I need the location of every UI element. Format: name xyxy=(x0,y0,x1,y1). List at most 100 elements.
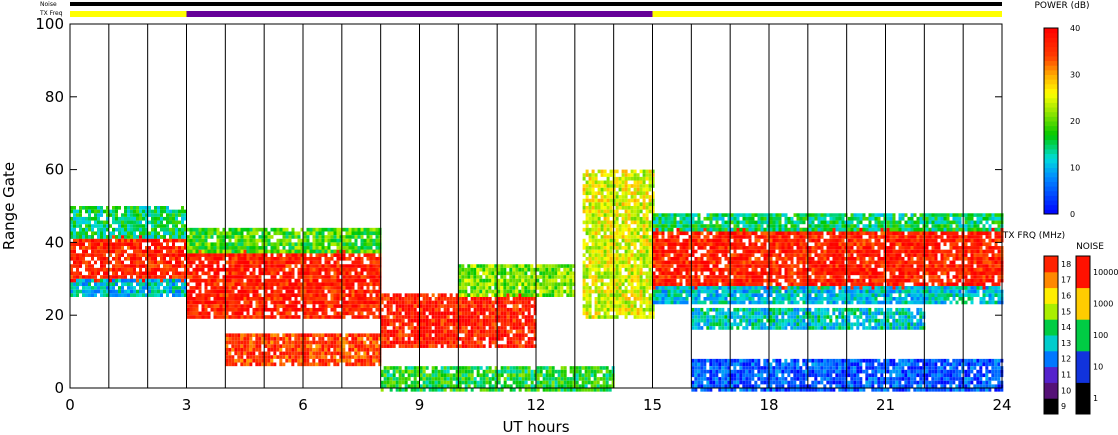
power-colorbar-cell xyxy=(1044,28,1058,34)
txfreq-segment xyxy=(652,11,1002,17)
txfreq-colorbar-cell xyxy=(1044,382,1058,399)
txfreq-strip xyxy=(70,11,1002,17)
power-colorbar-cell xyxy=(1044,55,1058,62)
power-colorbar-cell xyxy=(1044,158,1058,164)
power-colorbar-cell xyxy=(1044,204,1058,210)
noise-colorbar-cell xyxy=(1076,350,1090,383)
power-colorbar-tick: 0 xyxy=(1070,210,1075,219)
x-tick-label: 24 xyxy=(992,396,1011,414)
txfreq-colorbar-tick: 17 xyxy=(1061,276,1071,285)
power-colorbar-cell xyxy=(1044,134,1058,141)
power-colorbar-cell xyxy=(1044,102,1058,108)
power-colorbar-cell xyxy=(1044,60,1058,66)
txfreq-segment xyxy=(70,11,187,17)
backscatter-band xyxy=(70,278,187,297)
txfreq-colorbar-tick: 10 xyxy=(1061,386,1071,395)
txfreq-colorbar-cell xyxy=(1044,335,1058,352)
power-colorbar-cell xyxy=(1044,144,1058,150)
power-colorbar-cell xyxy=(1044,121,1058,127)
power-colorbar-cell xyxy=(1044,69,1058,75)
power-colorbar-cell xyxy=(1044,172,1058,178)
txfreq-colorbar-cell xyxy=(1044,366,1058,383)
noise-scale-title: NOISE xyxy=(1076,242,1104,252)
y-tick-label: 40 xyxy=(45,233,64,251)
txfreq-colorbar-cell xyxy=(1044,350,1058,368)
power-colorbar-cell xyxy=(1044,190,1058,196)
txfreq-colorbar-tick: 15 xyxy=(1061,307,1071,316)
power-colorbar-tick: 30 xyxy=(1070,71,1080,80)
noise-colorbar-cell xyxy=(1076,382,1090,415)
x-tick-label: 18 xyxy=(759,396,778,414)
backscatter-band xyxy=(652,286,1004,305)
power-colorbar-cell xyxy=(1044,111,1058,117)
power-colorbar-cell xyxy=(1044,125,1058,131)
backscatter-band xyxy=(458,264,576,297)
x-tick-label: 15 xyxy=(643,396,662,414)
txfreq-colorbar-tick: 11 xyxy=(1061,371,1071,380)
backscatter-band xyxy=(186,249,382,319)
txfreq-colorbar-cell xyxy=(1044,271,1058,289)
x-tick-label: 0 xyxy=(65,396,75,414)
power-colorbar-cell xyxy=(1044,181,1058,187)
power-colorbar-cell xyxy=(1044,116,1058,122)
power-colorbar-tick: 20 xyxy=(1070,117,1080,126)
txfreq-colorbar-tick: 13 xyxy=(1061,339,1071,348)
txfreq-colorbar-tick: 14 xyxy=(1061,323,1071,332)
noise-colorbar-tick: 10000 xyxy=(1093,268,1118,277)
x-axis-label: UT hours xyxy=(502,418,569,435)
y-tick-label: 100 xyxy=(35,15,64,33)
txfreq-colorbar-cell xyxy=(1044,303,1058,320)
power-colorbar-cell xyxy=(1044,51,1058,57)
txfreq-segment xyxy=(186,11,653,17)
y-tick-label: 60 xyxy=(45,161,64,179)
txfreq-colorbar-tick: 12 xyxy=(1061,355,1071,364)
noise-colorbar-tick: 1000 xyxy=(1093,299,1113,308)
power-scale-title: POWER (dB) xyxy=(1034,1,1089,11)
power-colorbar-cell xyxy=(1044,37,1058,43)
power-colorbar: 0 10 20 30 40 xyxy=(1043,24,1080,219)
noise-strip-label: Noise xyxy=(40,1,57,8)
x-tick-label: 6 xyxy=(298,396,308,414)
power-colorbar-tick: 40 xyxy=(1070,24,1080,33)
power-colorbar-cell xyxy=(1044,97,1058,103)
noise-colorbar-tick: 1 xyxy=(1093,394,1098,403)
txfreq-colorbar-tick: 18 xyxy=(1061,260,1071,269)
txfreq-colorbar-tick: 9 xyxy=(1061,402,1066,411)
power-colorbar-cell xyxy=(1044,83,1058,89)
power-colorbar-cell xyxy=(1044,200,1058,206)
power-colorbar-cell xyxy=(1044,186,1058,192)
x-tick-label: 12 xyxy=(526,396,545,414)
power-colorbar-cell xyxy=(1044,139,1058,145)
y-axis-label: Range Gate xyxy=(0,162,18,250)
power-colorbar-cell xyxy=(1044,41,1058,48)
noise-colorbar-cell xyxy=(1076,256,1090,289)
noise-colorbar-cell xyxy=(1076,287,1090,320)
backscatter-band xyxy=(691,358,1004,392)
plot-area xyxy=(70,169,1004,392)
x-tick-label: 9 xyxy=(415,396,425,414)
noise-colorbar-tick: 100 xyxy=(1093,331,1108,340)
backscatter-band xyxy=(70,235,187,283)
power-colorbar-cell xyxy=(1044,148,1058,155)
y-tick-label: 0 xyxy=(54,379,64,397)
txfreq-colorbar: 9 10 11 12 13 14 15 16 17 18 xyxy=(1043,255,1071,415)
power-colorbar-cell xyxy=(1044,46,1058,52)
backscatter-band xyxy=(582,169,655,319)
backscatter-band xyxy=(652,227,1004,290)
radar-chart: Noise TX Freq 0 3 6 9 12 15 18 21 24 02040608010… xyxy=(0,1,1118,435)
power-colorbar-cell xyxy=(1044,162,1058,168)
noise-strip xyxy=(70,2,1002,6)
txfreq-colorbar-cell xyxy=(1044,256,1058,273)
power-colorbar-cell xyxy=(1044,176,1058,182)
backscatter-band xyxy=(186,227,382,254)
x-tick-label: 3 xyxy=(182,396,192,414)
noise-colorbar-tick: 10 xyxy=(1093,363,1103,372)
power-colorbar-cell xyxy=(1044,32,1058,38)
x-tick-label: 21 xyxy=(876,396,895,414)
power-colorbar-cell xyxy=(1044,65,1058,71)
noise-colorbar: 1 10 100 1000 10000 xyxy=(1075,255,1118,415)
power-colorbar-cell xyxy=(1044,195,1058,201)
txfreq-colorbar-tick: 16 xyxy=(1061,292,1071,301)
txfreq-colorbar-cell xyxy=(1044,287,1058,304)
power-colorbar-cell xyxy=(1044,167,1058,173)
